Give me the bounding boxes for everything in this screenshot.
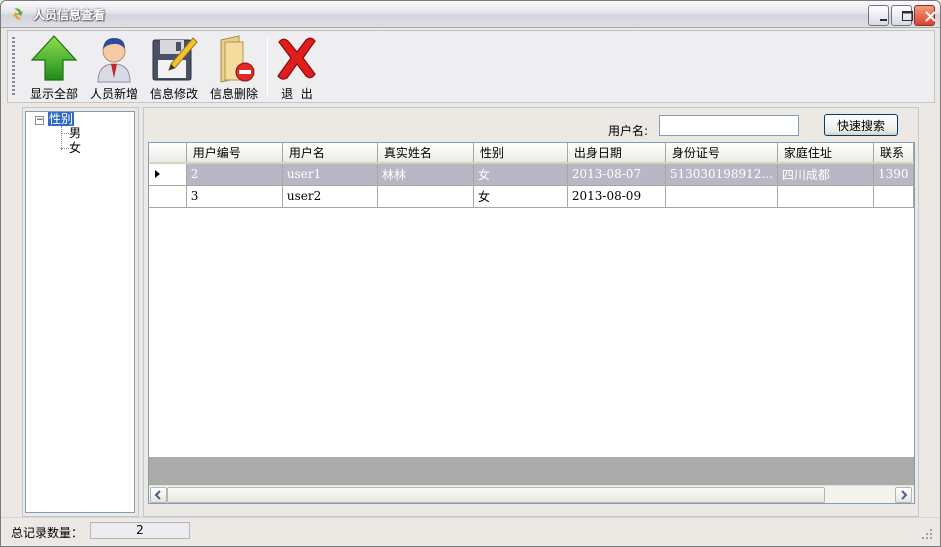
tree-connector [61,148,69,149]
table-cell[interactable]: 1390 [873,163,914,186]
scroll-right-button[interactable] [895,487,912,503]
username-label: 用户名: [608,124,649,138]
total-records-label: 总记录数量： [11,526,84,540]
tree-node-gender[interactable]: 性别 [48,112,75,126]
edit-info-label: 信息修改 [149,87,198,101]
table-row[interactable]: 2 user1 林林 女 2013-08-07 513030198912... … [149,163,914,186]
row-header[interactable] [149,163,187,186]
folder-delete-icon [220,35,255,83]
data-table: 用户编号 用户名 真实姓名 性别 出身日期 身份证号 家庭住址 联系 2 use… [149,143,914,208]
tree-connector [61,126,62,150]
grid-body: 用户编号 用户名 真实姓名 性别 出身日期 身份证号 家庭住址 联系 2 use… [149,143,914,485]
horizontal-scrollbar[interactable] [149,485,914,503]
floppy-pencil-icon [152,37,198,81]
title-bar[interactable]: 人员信息查看 [1,1,940,28]
main-panel: 用户名: 快速搜索 用户编号 用户名 真实姓名 性别 出身日期 身份证号 家庭住… [143,107,919,517]
table-cell[interactable]: user1 [282,163,378,186]
exit-label: 退 出 [281,87,313,101]
collapse-toggle-icon[interactable]: − [35,116,44,125]
status-bar: 总记录数量： 2 [1,517,940,546]
tree-node-male[interactable]: 男 [69,126,81,140]
table-cell[interactable]: 四川成都 [777,163,875,186]
scrollbar-thumb[interactable] [167,487,825,503]
window-title: 人员信息查看 [33,8,106,22]
resize-grip-icon[interactable] [921,528,933,540]
table-cell[interactable]: 2 [186,163,283,186]
tree-connector [61,133,69,134]
table-cell[interactable]: 林林 [377,163,475,186]
table-cell[interactable]: 女 [473,185,568,208]
tree-node-female[interactable]: 女 [69,141,81,155]
add-person-label: 人员新增 [89,87,138,101]
total-records-count: 2 [90,522,190,539]
column-header[interactable]: 身份证号 [665,143,778,164]
username-search-input[interactable] [659,115,799,136]
table-header-row: 用户编号 用户名 真实姓名 性别 出身日期 身份证号 家庭住址 联系 [149,143,914,164]
exit-button[interactable]: 退 出 [270,31,324,101]
chevron-right-icon [901,490,908,500]
table-cell[interactable]: 2013-08-07 [567,163,666,186]
table-cell[interactable] [777,185,875,208]
scroll-left-button[interactable] [150,487,167,503]
show-all-button[interactable]: 显示全部 [26,31,82,101]
maximize-button[interactable] [891,5,913,26]
column-header[interactable]: 用户编号 [186,143,283,164]
table-cell[interactable]: user2 [282,185,378,208]
user-avatar-icon [97,38,131,83]
toolbar-grip[interactable] [12,37,15,97]
delete-info-label: 信息删除 [209,87,258,101]
row-header[interactable] [149,185,187,208]
table-cell[interactable] [377,185,475,208]
red-x-icon [277,37,316,80]
table-cell[interactable] [665,185,778,208]
toolbar: 显示全部 人员新增 信息修改 信息删除 退 出 [7,30,935,103]
table-cell[interactable]: 女 [473,163,568,186]
table-row[interactable]: 3 user2 女 2013-08-09 [149,185,914,208]
table-cell[interactable] [873,185,914,208]
current-row-arrow-icon [155,170,160,179]
column-header[interactable]: 家庭住址 [777,143,875,164]
app-arrows-icon [10,6,26,22]
quick-search-button[interactable]: 快速搜索 [824,114,898,136]
minimize-button[interactable] [868,5,889,26]
delete-info-button[interactable]: 信息删除 [206,31,262,101]
close-icon [925,11,936,22]
column-header[interactable]: 出身日期 [567,143,666,164]
close-button[interactable] [914,5,936,26]
table-cell[interactable]: 3 [186,185,283,208]
green-up-arrow-icon [30,35,78,81]
column-header[interactable]: 联系 [873,143,914,164]
edit-info-button[interactable]: 信息修改 [146,31,202,101]
add-person-button[interactable]: 人员新增 [86,31,142,101]
column-header[interactable]: 用户名 [282,143,378,164]
main-window: 人员信息查看 显示全部 人员新增 信息修改 信息删除 退 出 − 性别 男 女 … [0,0,941,547]
column-header[interactable]: 真实姓名 [377,143,475,164]
show-all-label: 显示全部 [29,87,78,101]
toolbar-separator [267,37,268,97]
user-data-grid[interactable]: 用户编号 用户名 真实姓名 性别 出身日期 身份证号 家庭住址 联系 2 use… [148,142,915,504]
row-header-corner[interactable] [149,143,187,164]
table-cell[interactable]: 2013-08-09 [567,185,666,208]
column-header[interactable]: 性别 [473,143,568,164]
gender-tree[interactable]: − 性别 男 女 [25,111,135,513]
chevron-left-icon [154,490,161,500]
table-cell[interactable]: 513030198912... [665,163,778,186]
